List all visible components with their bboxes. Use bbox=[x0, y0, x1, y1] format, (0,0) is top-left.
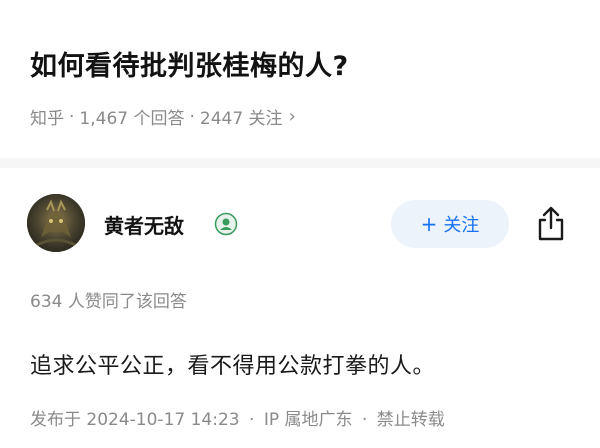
question-title[interactable]: 如何看待批判张桂梅的人? bbox=[30, 44, 349, 83]
repost-notice: 禁止转载 bbox=[376, 410, 445, 430]
meta-separator: · bbox=[249, 410, 255, 430]
answer-content[interactable]: 追求公平公正，看不得用公款打拳的人。 bbox=[30, 348, 435, 380]
author-name[interactable]: 黄者无敌 bbox=[104, 210, 184, 239]
question-meta[interactable]: 知乎 · 1,467 个回答 · 2447 关注 › bbox=[30, 104, 296, 129]
plus-icon: + bbox=[420, 212, 438, 236]
avatar[interactable] bbox=[27, 194, 85, 252]
follower-count: 2447 关注 bbox=[199, 109, 283, 129]
section-divider bbox=[0, 158, 600, 168]
chevron-right-icon: › bbox=[288, 106, 296, 127]
upvote-count: 634 人赞同了该回答 bbox=[30, 292, 187, 312]
answer-count: 1,467 个回答 bbox=[79, 109, 185, 129]
answer-page: 如何看待批判张桂梅的人? 知乎 · 1,467 个回答 · 2447 关注 › bbox=[0, 0, 600, 448]
meta-separator: · bbox=[69, 106, 75, 127]
user-badge-icon bbox=[214, 212, 238, 236]
ip-location: IP 属地广东 bbox=[263, 410, 353, 430]
site-name: 知乎 bbox=[30, 109, 64, 129]
meta-separator: · bbox=[189, 106, 195, 127]
avatar-image bbox=[27, 194, 85, 252]
publish-time: 发布于 2024-10-17 14:23 bbox=[30, 410, 240, 430]
answer-meta: 发布于 2024-10-17 14:23 · IP 属地广东 · 禁止转载 bbox=[30, 405, 445, 430]
follow-button[interactable]: + 关注 bbox=[391, 200, 509, 248]
share-icon[interactable] bbox=[535, 206, 567, 242]
meta-separator: · bbox=[361, 410, 368, 430]
follow-button-label: 关注 bbox=[443, 215, 480, 236]
